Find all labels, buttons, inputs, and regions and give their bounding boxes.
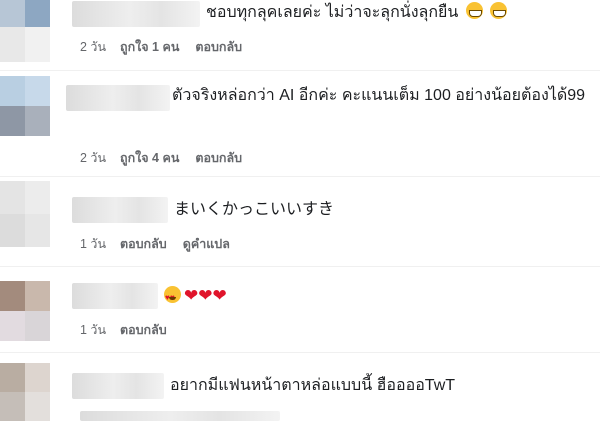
avatar[interactable]: [0, 363, 50, 421]
reply-button[interactable]: ตอบกลับ: [120, 234, 167, 254]
comment-1: ชอบทุกลุคเลยค่ะ ไม่ว่าจะลุกนั่งลุกยืน 2 …: [0, 0, 600, 72]
avatar[interactable]: [0, 76, 50, 136]
avatar[interactable]: [0, 281, 50, 341]
comment-text-content: ตัวจริงหล่อกว่า AI อีกค่ะ คะแนนเต็ม 100 …: [172, 87, 586, 104]
reply-button[interactable]: ตอบกลับ: [195, 37, 242, 57]
comment-time[interactable]: 1 วัน: [80, 320, 108, 340]
smiling-face-heart-eyes-icon: [164, 286, 181, 309]
comment-text: ตัวจริงหล่อกว่า AI อีกค่ะ คะแนนเต็ม 100 …: [86, 85, 596, 107]
comment-text: まいくかっこいいすき: [174, 199, 334, 221]
commenter-name-blurred[interactable]: [72, 283, 158, 309]
commenter-name-blurred[interactable]: [72, 373, 164, 399]
comment-meta: 2 วัน ถูกใจ 1 คน ตอบกลับ: [80, 37, 242, 57]
comment-text-content: ชอบทุกลุคเลยค่ะ ไม่ว่าจะลุกนั่งลุกยืน: [206, 4, 459, 21]
red-heart-icon: ❤: [212, 286, 227, 305]
commenter-name-blurred[interactable]: [72, 197, 168, 223]
grinning-face-icon: [490, 2, 508, 19]
see-translation-button[interactable]: ดูคำแปล: [183, 234, 230, 254]
comment-time[interactable]: 1 วัน: [80, 234, 108, 254]
like-count[interactable]: ถูกใจ 1 คน: [120, 37, 179, 57]
comment-3: まいくかっこいいすき 1 วัน ตอบกลับ ดูคำแปล: [0, 177, 600, 267]
comment-text: อยากมีแฟนหน้าตาหล่อแบบนี้ ฮืออออTwT: [170, 375, 455, 397]
comment-meta: 1 วัน ตอบกลับ ดูคำแปล: [80, 234, 230, 254]
comment-time[interactable]: 2 วัน: [80, 37, 108, 57]
red-heart-icon: ❤: [184, 286, 199, 305]
comment-5: อยากมีแฟนหน้าตาหล่อแบบนี้ ฮืออออTwT: [0, 353, 600, 421]
comment-meta: 1 วัน ตอบกลับ: [80, 320, 167, 340]
reply-button[interactable]: ตอบกลับ: [120, 320, 167, 340]
reply-button[interactable]: ตอบกลับ: [195, 148, 242, 168]
comment-2: ตัวจริงหล่อกว่า AI อีกค่ะ คะแนนเต็ม 100 …: [0, 71, 600, 171]
avatar[interactable]: [0, 0, 50, 62]
grinning-face-icon: [465, 2, 483, 19]
comment-meta: 2 วัน ถูกใจ 4 คน ตอบกลับ: [80, 148, 242, 168]
comment-text: ❤❤❤: [164, 285, 227, 309]
red-heart-icon: ❤: [198, 286, 213, 305]
comment-text-content: まいくかっこいいすき: [174, 201, 335, 218]
comment-4: ❤❤❤ 1 วัน ตอบกลับ: [0, 267, 600, 355]
commenter-name-blurred[interactable]: [72, 1, 200, 27]
like-count[interactable]: ถูกใจ 4 คน: [120, 148, 179, 168]
comment-time[interactable]: 2 วัน: [80, 148, 108, 168]
comment-text-content: อยากมีแฟนหน้าตาหล่อแบบนี้ ฮืออออTwT: [170, 377, 456, 394]
comment-text: ชอบทุกลุคเลยค่ะ ไม่ว่าจะลุกนั่งลุกยืน: [206, 2, 508, 24]
avatar[interactable]: [0, 181, 50, 247]
